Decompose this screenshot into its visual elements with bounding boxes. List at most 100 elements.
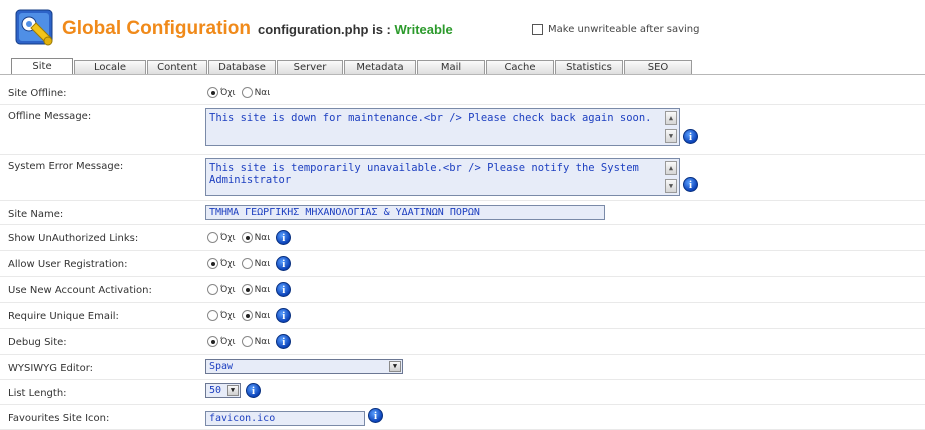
info-icon[interactable]: i — [276, 230, 292, 245]
allow-user-registration-yes-radio[interactable] — [241, 258, 253, 269]
tab-metadata[interactable]: Metadata — [344, 60, 416, 74]
row-debug-site: Debug Site: Όχι Ναι i — [0, 329, 925, 355]
system-error-message-label: System Error Message: — [8, 161, 124, 172]
info-icon[interactable]: i — [276, 334, 292, 349]
site-offline-no-radio[interactable] — [207, 87, 218, 98]
scroll-up-arrow[interactable]: ▲ — [665, 111, 677, 125]
tab-statistics[interactable]: Statistics — [555, 60, 623, 74]
scroll-up-arrow[interactable]: ▲ — [665, 161, 677, 175]
show-unauthorized-links-no-radio[interactable] — [207, 232, 218, 243]
row-system-error-message: System Error Message: This site is tempo… — [0, 155, 925, 201]
info-icon[interactable]: i — [246, 383, 261, 398]
info-icon[interactable]: i — [683, 177, 698, 192]
config-file-status: configuration.php is : Writeable — [258, 22, 453, 37]
radio-label-yes: Ναι — [254, 87, 271, 98]
debug-site-label: Debug Site: — [8, 337, 67, 348]
radio-label-no: Όχι — [220, 232, 236, 243]
radio-label-no: Όχι — [220, 310, 236, 321]
allow-user-registration-no-radio[interactable] — [207, 258, 218, 269]
info-icon[interactable]: i — [368, 408, 383, 423]
use-new-account-activation-radios: Όχι Ναι i — [207, 282, 292, 297]
row-site-name: Site Name: ΤΜΗΜΑ ΓΕΩΡΓΙΚΗΣ ΜΗΧΑΝΟΛΟΓΙΑΣ … — [0, 201, 925, 225]
make-unwriteable-label: Make unwriteable after saving — [548, 24, 700, 35]
tab-seo[interactable]: SEO — [624, 60, 692, 74]
radio-label-yes: Ναι — [254, 336, 271, 347]
radio-label-no: Όχι — [220, 336, 236, 347]
wysiwyg-editor-value: Spaw — [209, 361, 234, 372]
offline-message-text: This site is down for maintenance.<br />… — [209, 112, 652, 124]
use-new-account-activation-yes-radio[interactable] — [241, 284, 253, 295]
tab-locale[interactable]: Locale — [74, 60, 146, 74]
row-favourites-site-icon: Favourites Site Icon: favicon.ico i — [0, 405, 925, 430]
make-unwriteable-option[interactable]: Make unwriteable after saving — [532, 24, 699, 35]
row-site-offline: Site Offline: Όχι Ναι — [0, 80, 925, 105]
row-offline-message: Offline Message: This site is down for m… — [0, 105, 925, 155]
row-allow-user-registration: Allow User Registration: Όχι Ναι i — [0, 251, 925, 277]
page-title: Global Configuration — [62, 18, 251, 39]
tab-server[interactable]: Server — [277, 60, 343, 74]
info-icon[interactable]: i — [276, 282, 292, 297]
radio-label-yes: Ναι — [254, 310, 271, 321]
list-length-select[interactable]: 50 ▼ — [205, 383, 241, 398]
info-icon[interactable]: i — [276, 308, 292, 323]
offline-message-textarea[interactable]: This site is down for maintenance.<br />… — [205, 108, 680, 146]
site-offline-yes-radio[interactable] — [241, 87, 253, 98]
row-wysiwyg-editor: WYSIWYG Editor: Spaw ▼ — [0, 355, 925, 380]
chevron-down-icon[interactable]: ▼ — [227, 385, 239, 396]
require-unique-email-label: Require Unique Email: — [8, 311, 119, 322]
config-file-label: configuration.php is : — [258, 22, 395, 37]
radio-label-no: Όχι — [220, 87, 236, 98]
scroll-down-arrow[interactable]: ▼ — [665, 129, 677, 143]
radio-label-no: Όχι — [220, 284, 236, 295]
row-use-new-account-activation: Use New Account Activation: Όχι Ναι i — [0, 277, 925, 303]
show-unauthorized-links-radios: Όχι Ναι i — [207, 230, 292, 245]
require-unique-email-yes-radio[interactable] — [241, 310, 253, 321]
radio-label-yes: Ναι — [254, 258, 271, 269]
scroll-down-arrow[interactable]: ▼ — [665, 179, 677, 193]
system-error-message-textarea[interactable]: This site is temporarily unavailable.<br… — [205, 158, 680, 196]
require-unique-email-no-radio[interactable] — [207, 310, 218, 321]
row-list-length: List Length: 50 ▼ i — [0, 380, 925, 405]
info-icon[interactable]: i — [276, 256, 292, 271]
wysiwyg-editor-select[interactable]: Spaw ▼ — [205, 359, 403, 374]
row-show-unauthorized-links: Show UnAuthorized Links: Όχι Ναι i — [0, 225, 925, 251]
favourites-site-icon-label: Favourites Site Icon: — [8, 413, 110, 424]
allow-user-registration-label: Allow User Registration: — [8, 259, 128, 270]
tab-bar: Site Locale Content Database Server Meta… — [11, 58, 693, 74]
tab-database[interactable]: Database — [208, 60, 276, 74]
show-unauthorized-links-label: Show UnAuthorized Links: — [8, 233, 139, 244]
info-icon[interactable]: i — [683, 129, 698, 144]
global-config-logo — [13, 6, 59, 50]
site-offline-radios: Όχι Ναι — [207, 87, 276, 98]
row-require-unique-email: Require Unique Email: Όχι Ναι i — [0, 303, 925, 329]
radio-label-yes: Ναι — [254, 232, 271, 243]
wysiwyg-editor-label: WYSIWYG Editor: — [8, 363, 94, 374]
make-unwriteable-checkbox[interactable] — [532, 24, 543, 35]
list-length-value: 50 — [209, 385, 222, 396]
allow-user-registration-radios: Όχι Ναι i — [207, 256, 292, 271]
debug-site-radios: Όχι Ναι i — [207, 334, 292, 349]
use-new-account-activation-no-radio[interactable] — [207, 284, 218, 295]
favourites-site-icon-input[interactable]: favicon.ico — [205, 411, 365, 426]
tab-cache[interactable]: Cache — [486, 60, 554, 74]
offline-message-label: Offline Message: — [8, 111, 92, 122]
list-length-label: List Length: — [8, 388, 67, 399]
chevron-down-icon[interactable]: ▼ — [389, 361, 401, 372]
debug-site-yes-radio[interactable] — [241, 336, 253, 347]
show-unauthorized-links-yes-radio[interactable] — [241, 232, 253, 243]
site-name-input[interactable]: ΤΜΗΜΑ ΓΕΩΡΓΙΚΗΣ ΜΗΧΑΝΟΛΟΓΙΑΣ & ΥΔΑΤΙΝΩΝ … — [205, 205, 605, 220]
header: Global Configuration configuration.php i… — [0, 0, 925, 56]
radio-label-yes: Ναι — [254, 284, 271, 295]
site-name-label: Site Name: — [8, 209, 64, 220]
tab-site[interactable]: Site — [11, 58, 73, 74]
tab-content[interactable]: Content — [147, 60, 207, 74]
system-error-message-text: This site is temporarily unavailable.<br… — [209, 162, 639, 186]
writeable-status: Writeable — [394, 22, 453, 37]
tab-divider — [0, 74, 925, 75]
require-unique-email-radios: Όχι Ναι i — [207, 308, 292, 323]
radio-label-no: Όχι — [220, 258, 236, 269]
tab-mail[interactable]: Mail — [417, 60, 485, 74]
debug-site-no-radio[interactable] — [207, 336, 218, 347]
use-new-account-activation-label: Use New Account Activation: — [8, 285, 152, 296]
site-offline-label: Site Offline: — [8, 88, 67, 99]
